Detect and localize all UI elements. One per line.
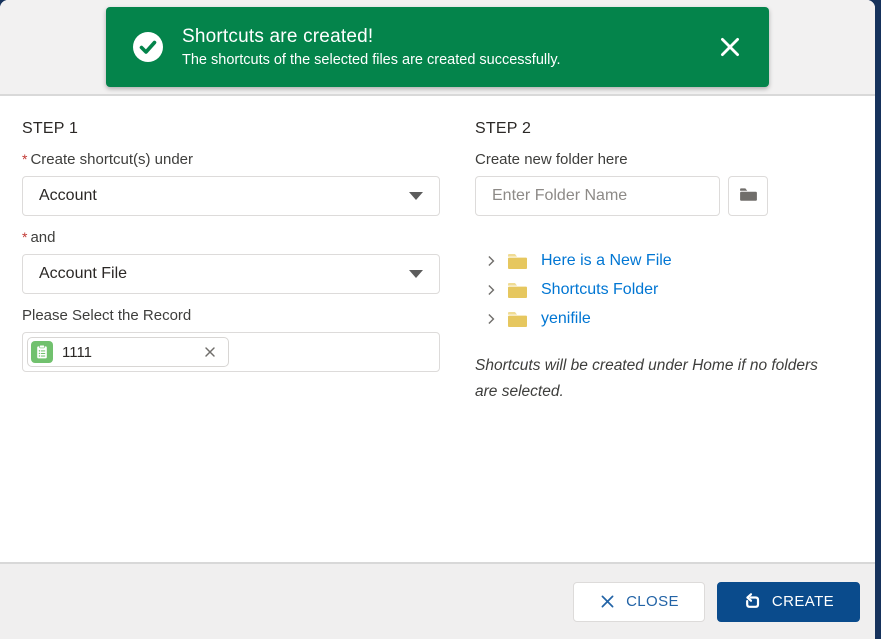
shortcuts-note: Shortcuts will be created under Home if … (475, 353, 820, 405)
toast-message: The shortcuts of the selected files are … (182, 52, 561, 68)
tree-item-folder[interactable]: Shortcuts Folder (484, 279, 820, 301)
folder-name-label: Create new folder here (475, 151, 820, 168)
record-label: Please Select the Record (22, 307, 440, 324)
record-lookup-field[interactable]: 1111 (22, 332, 440, 372)
chevron-down-icon (409, 192, 423, 200)
required-asterisk: * (22, 229, 27, 245)
record-icon (31, 341, 53, 363)
folder-icon (738, 184, 759, 208)
close-button-label: CLOSE (626, 593, 679, 610)
remove-record-icon[interactable] (202, 344, 218, 360)
child-object-value: Account File (39, 265, 127, 283)
create-button-label: CREATE (772, 593, 834, 610)
screen-backdrop: Shortcuts are created! The shortcuts of … (0, 0, 881, 639)
child-object-label: *and (22, 229, 440, 246)
folder-link[interactable]: yenifile (541, 310, 591, 328)
toast-close-icon[interactable] (717, 34, 743, 60)
folder-link[interactable]: Here is a New File (541, 252, 672, 270)
folder-link[interactable]: Shortcuts Folder (541, 281, 658, 299)
parent-object-value: Account (39, 187, 97, 205)
folder-input-row (475, 176, 820, 216)
parent-object-label: *Create shortcut(s) under (22, 151, 440, 168)
create-button[interactable]: CREATE (717, 582, 860, 622)
close-icon (599, 593, 616, 610)
required-asterisk: * (22, 151, 27, 167)
tree-item-folder[interactable]: yenifile (484, 308, 820, 330)
chevron-down-icon (409, 270, 423, 278)
parent-object-select[interactable]: Account (22, 176, 440, 216)
chevron-right-icon[interactable] (484, 283, 498, 297)
step2-heading: STEP 2 (475, 120, 820, 138)
step1-heading: STEP 1 (22, 120, 440, 138)
tree-item-folder[interactable]: Here is a New File (484, 250, 820, 272)
record-pill-value: 1111 (62, 344, 92, 361)
chevron-right-icon[interactable] (484, 254, 498, 268)
step2-section: STEP 2 Create new folder here (475, 120, 820, 405)
success-toast: Shortcuts are created! The shortcuts of … (106, 7, 769, 87)
toast-title: Shortcuts are created! (182, 26, 561, 48)
check-circle-icon (132, 31, 164, 63)
shortcut-icon (743, 592, 762, 611)
chevron-right-icon[interactable] (484, 312, 498, 326)
modal-body: STEP 1 *Create shortcut(s) under Account… (0, 96, 875, 560)
folder-icon (507, 310, 528, 328)
modal-footer: CLOSE CREATE (0, 562, 875, 639)
folder-tree: Here is a New File Shortcuts Folder (484, 250, 820, 330)
folder-icon (507, 281, 528, 299)
child-object-select[interactable]: Account File (22, 254, 440, 294)
shortcut-modal: Shortcuts are created! The shortcuts of … (0, 0, 875, 639)
toast-text: Shortcuts are created! The shortcuts of … (182, 26, 561, 68)
folder-name-input[interactable] (475, 176, 720, 216)
create-folder-button[interactable] (728, 176, 768, 216)
close-button[interactable]: CLOSE (573, 582, 705, 622)
record-pill[interactable]: 1111 (27, 337, 229, 367)
step1-section: STEP 1 *Create shortcut(s) under Account… (22, 120, 440, 372)
modal-header: Shortcuts are created! The shortcuts of … (0, 0, 875, 96)
folder-icon (507, 252, 528, 270)
